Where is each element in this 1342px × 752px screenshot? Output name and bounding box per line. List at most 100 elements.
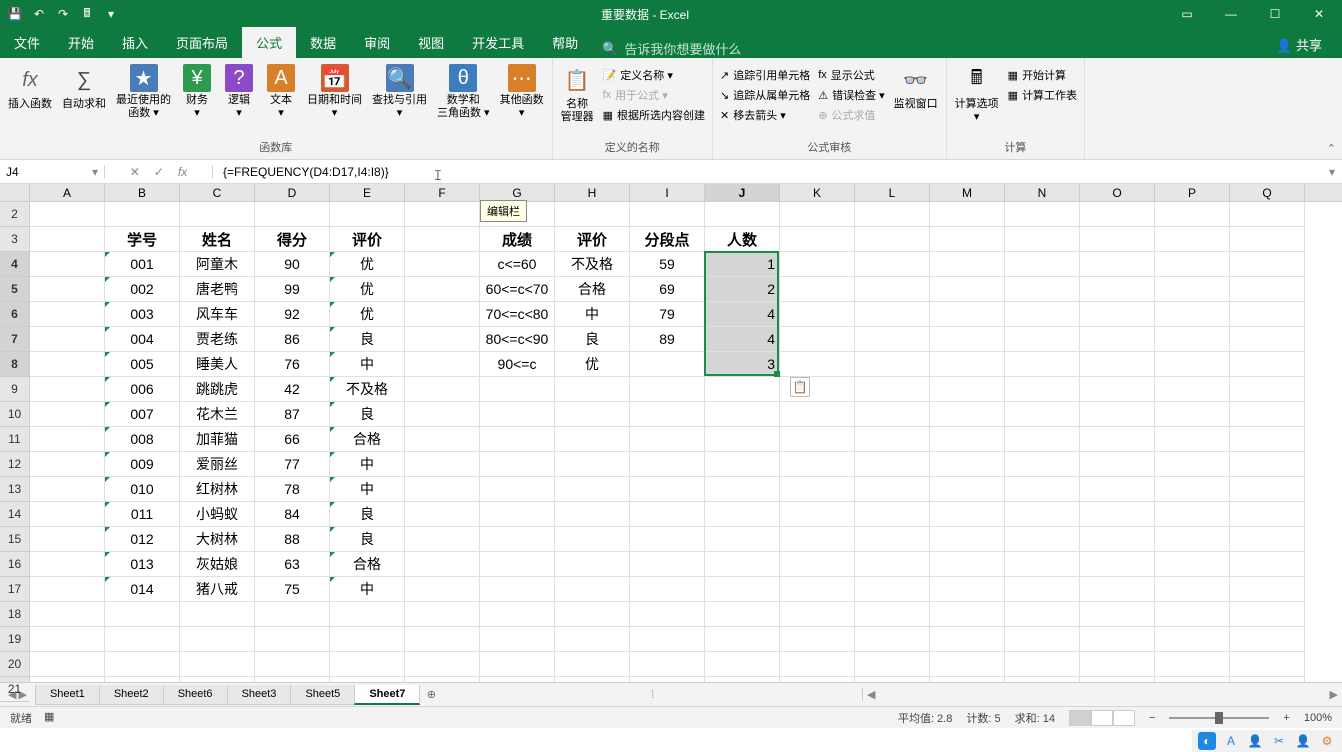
cell-K15[interactable]: [780, 527, 855, 552]
error-check-button[interactable]: ⚠ 错误检查 ▾: [815, 86, 887, 104]
trace-precedents-button[interactable]: ↗ 追踪引用单元格: [717, 66, 813, 84]
cell-L14[interactable]: [855, 502, 930, 527]
cell-J18[interactable]: [705, 602, 780, 627]
cell-H20[interactable]: [555, 652, 630, 677]
cell-H3[interactable]: 评价: [555, 227, 630, 252]
cell-E13[interactable]: 中: [330, 477, 405, 502]
row-header-8[interactable]: 8: [0, 352, 29, 377]
accept-formula-button[interactable]: ✓: [154, 165, 164, 179]
maximize-button[interactable]: ☐: [1256, 0, 1294, 28]
cell-A14[interactable]: [30, 502, 105, 527]
cell-O17[interactable]: [1080, 577, 1155, 602]
cell-I18[interactable]: [630, 602, 705, 627]
row-header-6[interactable]: 6: [0, 302, 29, 327]
cell-N7[interactable]: [1005, 327, 1080, 352]
cell-I20[interactable]: [630, 652, 705, 677]
cell-K21[interactable]: [780, 677, 855, 682]
cell-P7[interactable]: [1155, 327, 1230, 352]
cell-F9[interactable]: [405, 377, 480, 402]
cell-C6[interactable]: 风车车: [180, 302, 255, 327]
cell-G21[interactable]: [480, 677, 555, 682]
cell-M4[interactable]: [930, 252, 1005, 277]
cell-H17[interactable]: [555, 577, 630, 602]
cell-M18[interactable]: [930, 602, 1005, 627]
col-header-J[interactable]: J: [705, 184, 780, 201]
cell-F18[interactable]: [405, 602, 480, 627]
col-header-M[interactable]: M: [930, 184, 1005, 201]
sheet-tab-sheet5[interactable]: Sheet5: [290, 685, 355, 705]
tab-home[interactable]: 开始: [54, 27, 108, 58]
cell-N2[interactable]: [1005, 202, 1080, 227]
col-header-N[interactable]: N: [1005, 184, 1080, 201]
cell-O7[interactable]: [1080, 327, 1155, 352]
cell-H13[interactable]: [555, 477, 630, 502]
cell-B21[interactable]: [105, 677, 180, 682]
tell-me-search[interactable]: 🔍 告诉我你想要做什么: [602, 39, 741, 58]
cell-D5[interactable]: 99: [255, 277, 330, 302]
cell-K19[interactable]: [780, 627, 855, 652]
cell-A18[interactable]: [30, 602, 105, 627]
tab-view[interactable]: 视图: [404, 27, 458, 58]
name-box[interactable]: J4▾: [0, 165, 105, 179]
cell-B8[interactable]: 005: [105, 352, 180, 377]
cell-P12[interactable]: [1155, 452, 1230, 477]
cell-P14[interactable]: [1155, 502, 1230, 527]
cell-C2[interactable]: [180, 202, 255, 227]
define-name-button[interactable]: 📝 定义名称 ▾: [600, 66, 708, 84]
cell-L13[interactable]: [855, 477, 930, 502]
cell-O10[interactable]: [1080, 402, 1155, 427]
cell-J9[interactable]: [705, 377, 780, 402]
cell-B15[interactable]: 012: [105, 527, 180, 552]
cell-D11[interactable]: 66: [255, 427, 330, 452]
cell-Q7[interactable]: [1230, 327, 1305, 352]
cell-K11[interactable]: [780, 427, 855, 452]
row-header-18[interactable]: 18: [0, 602, 29, 627]
cell-H8[interactable]: 优: [555, 352, 630, 377]
cell-O6[interactable]: [1080, 302, 1155, 327]
cell-Q6[interactable]: [1230, 302, 1305, 327]
cell-G19[interactable]: [480, 627, 555, 652]
cell-O15[interactable]: [1080, 527, 1155, 552]
cell-G13[interactable]: [480, 477, 555, 502]
tab-file[interactable]: 文件: [0, 27, 54, 58]
cell-L3[interactable]: [855, 227, 930, 252]
cell-I4[interactable]: 59: [630, 252, 705, 277]
cell-J4[interactable]: 1: [705, 252, 780, 277]
recent-functions-button[interactable]: ★最近使用的 函数 ▾: [112, 62, 175, 122]
cell-Q21[interactable]: [1230, 677, 1305, 682]
share-button[interactable]: 👤 共享: [1266, 31, 1332, 58]
cell-A20[interactable]: [30, 652, 105, 677]
col-header-G[interactable]: G: [480, 184, 555, 201]
cell-I5[interactable]: 69: [630, 277, 705, 302]
cell-P10[interactable]: [1155, 402, 1230, 427]
cell-B6[interactable]: 003: [105, 302, 180, 327]
cell-K2[interactable]: [780, 202, 855, 227]
row-header-20[interactable]: 20: [0, 652, 29, 677]
cell-M7[interactable]: [930, 327, 1005, 352]
cell-D19[interactable]: [255, 627, 330, 652]
cell-J10[interactable]: [705, 402, 780, 427]
cell-B4[interactable]: 001: [105, 252, 180, 277]
row-header-4[interactable]: 4: [0, 252, 29, 277]
cell-H4[interactable]: 不及格: [555, 252, 630, 277]
autosum-button[interactable]: ∑自动求和: [58, 62, 110, 113]
datetime-button[interactable]: 📅日期和时间 ▾: [303, 62, 366, 122]
cell-F14[interactable]: [405, 502, 480, 527]
cell-N19[interactable]: [1005, 627, 1080, 652]
cell-Q19[interactable]: [1230, 627, 1305, 652]
cell-Q5[interactable]: [1230, 277, 1305, 302]
col-header-O[interactable]: O: [1080, 184, 1155, 201]
cell-E17[interactable]: 中: [330, 577, 405, 602]
cell-C17[interactable]: 猪八戒: [180, 577, 255, 602]
cell-I13[interactable]: [630, 477, 705, 502]
cell-Q11[interactable]: [1230, 427, 1305, 452]
cell-P17[interactable]: [1155, 577, 1230, 602]
insert-function-button[interactable]: fx插入函数: [4, 62, 56, 113]
cell-H9[interactable]: [555, 377, 630, 402]
cell-E19[interactable]: [330, 627, 405, 652]
trace-dependents-button[interactable]: ↘ 追踪从属单元格: [717, 86, 813, 104]
col-header-K[interactable]: K: [780, 184, 855, 201]
zoom-in-button[interactable]: +: [1283, 712, 1289, 724]
cell-Q18[interactable]: [1230, 602, 1305, 627]
cell-A12[interactable]: [30, 452, 105, 477]
